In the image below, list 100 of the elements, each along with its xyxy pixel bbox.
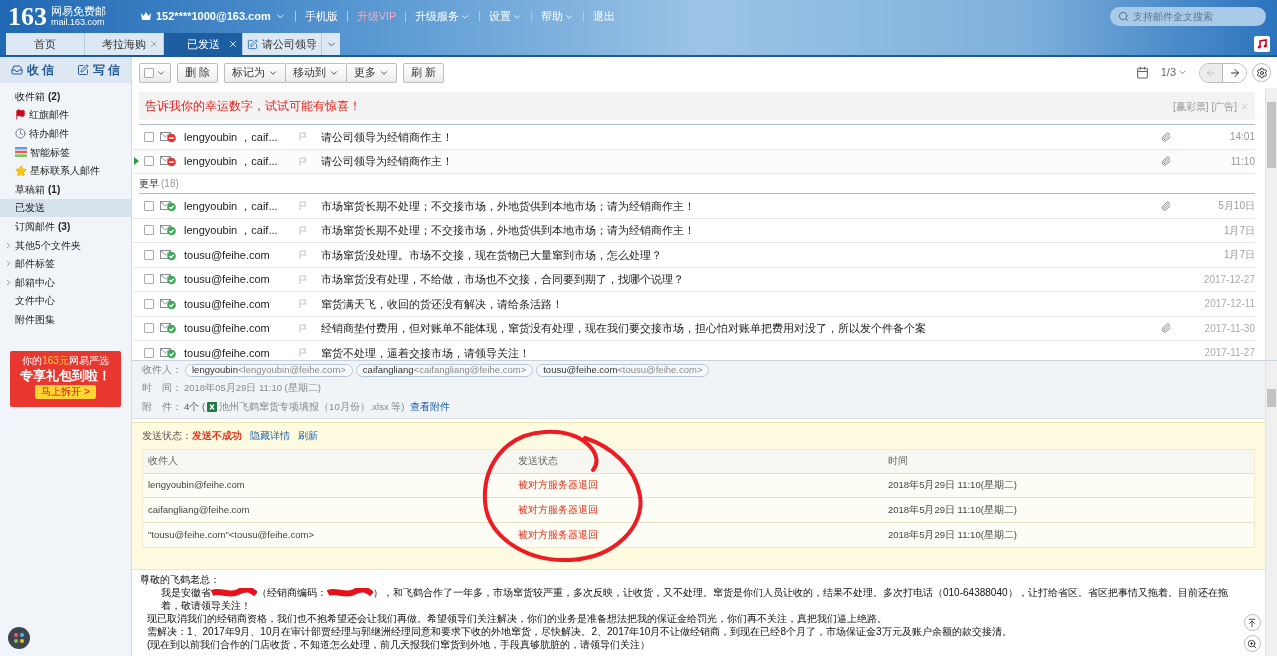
folder-item[interactable]: 星标联系人邮件 xyxy=(0,161,131,180)
time: 2017-12-27 xyxy=(1202,272,1255,287)
folder-item[interactable]: 订阅邮件 (3) xyxy=(0,217,131,236)
flag-outline-icon[interactable] xyxy=(299,323,308,333)
sender: tousu@feihe.com xyxy=(184,272,271,287)
folder-item[interactable]: 收件箱 (2) xyxy=(0,87,131,106)
tab[interactable]: 考拉海购 xyxy=(85,33,164,55)
tab[interactable]: 首页 xyxy=(6,33,85,55)
search-input[interactable]: 支持邮件全文搜索 xyxy=(1133,9,1258,24)
toolbar-button[interactable]: 刷 新 xyxy=(403,62,445,83)
compose-button[interactable]: 写 信 xyxy=(65,61,131,79)
time: 1月7日 xyxy=(1222,223,1255,238)
page-selector[interactable]: 1/3 xyxy=(1160,64,1187,81)
current-marker-icon xyxy=(134,157,139,166)
promo-headline: 专享礼包到啦！ xyxy=(20,367,111,384)
toolbar-button[interactable]: 删 除 xyxy=(177,62,219,83)
search-field[interactable]: 支持邮件全文搜索 xyxy=(1110,7,1266,26)
column-header: 收件人 xyxy=(148,454,179,469)
calendar-icon[interactable] xyxy=(1135,66,1149,79)
folder-item[interactable]: 红旗邮件 xyxy=(0,105,131,125)
tab[interactable]: 请公司领导 xyxy=(243,33,322,55)
flag-outline-icon[interactable] xyxy=(299,348,308,358)
receive-button[interactable]: 收 信 xyxy=(0,61,66,79)
flag-outline-icon[interactable] xyxy=(299,132,308,142)
checkbox[interactable] xyxy=(144,347,154,358)
view-attachments-link[interactable]: 查看附件 xyxy=(410,399,451,414)
tab[interactable]: 已发送 xyxy=(164,33,243,55)
sender: lengyoubin ，caif... xyxy=(184,154,279,169)
attachment-label: 附 件： xyxy=(142,399,182,414)
folder-item[interactable]: 附件图集 xyxy=(0,310,131,329)
folder-item[interactable]: 草稿箱 (1) xyxy=(0,179,131,199)
select-all-checkbox[interactable] xyxy=(139,62,171,83)
subject: 窜货不处理，逼着交接市场，请领导关注！ xyxy=(321,345,531,360)
arrow-up-icon xyxy=(1247,617,1257,628)
close-icon[interactable] xyxy=(307,39,317,49)
recipient-chip[interactable]: tousu@feihe.com<tousu@feihe.com> xyxy=(536,363,710,377)
account-menu[interactable]: 152****1000@163.com xyxy=(156,8,286,25)
promo-banner[interactable]: 你的163元网易严选 专享礼包到啦！ 马上拆开 > xyxy=(10,350,121,407)
time-label: 时 间： xyxy=(142,381,182,396)
table-cell-text: lengyoubin@feihe.com xyxy=(148,478,246,493)
flag-outline-icon[interactable] xyxy=(299,225,308,235)
toolbar-button[interactable]: 更多 xyxy=(346,62,398,83)
folder-item[interactable]: 已发送 xyxy=(0,198,131,218)
status-link[interactable]: 隐藏详情 xyxy=(250,428,290,443)
clock-icon xyxy=(15,128,26,139)
flag-outline-icon[interactable] xyxy=(299,201,308,211)
star-icon xyxy=(15,164,27,177)
close-icon[interactable] xyxy=(228,39,238,49)
checkbox[interactable] xyxy=(144,156,154,167)
folder-item[interactable]: 邮件标签 xyxy=(0,254,131,273)
logo-domain: mail.163.com xyxy=(51,18,106,27)
app-grid-icon[interactable] xyxy=(8,627,30,649)
subject: 窜货满天飞，收回的货还没有解决，请给条活路！ xyxy=(321,296,564,312)
ad-banner[interactable]: 告诉我你的幸运数字，试试可能有惊喜！ [赢彩票] [广告] xyxy=(139,92,1255,120)
sender: lengyoubin ，caif... xyxy=(184,198,279,214)
zoom-button[interactable] xyxy=(1243,635,1261,652)
sender: lengyoubin ，caif... xyxy=(184,129,279,145)
group-header[interactable]: 更早 xyxy=(139,176,159,191)
attachment-icon xyxy=(1161,323,1171,334)
table-cell-text: caifangliang@feihe.com xyxy=(148,502,251,517)
status-link[interactable]: 刷新 xyxy=(298,428,318,443)
search-icon xyxy=(1118,11,1129,22)
tabs-dropdown-button[interactable] xyxy=(322,33,340,55)
checkbox[interactable] xyxy=(144,249,154,260)
sender: tousu@feihe.com xyxy=(184,296,271,312)
checkbox[interactable] xyxy=(144,225,154,236)
checkbox[interactable] xyxy=(144,274,154,285)
caret-icon xyxy=(1178,68,1187,77)
flag-outline-icon[interactable] xyxy=(299,299,308,309)
flag-outline-icon[interactable] xyxy=(299,156,308,166)
group-count: (18) xyxy=(161,177,179,191)
recipient-chip[interactable]: lengyoubin<lengyoubin@feihe.com> xyxy=(185,363,353,377)
folder-item[interactable]: 待办邮件 xyxy=(0,124,131,143)
table-cell-text: 2018年5月29日 11:10(星期二) xyxy=(888,502,1019,517)
crown-icon xyxy=(140,11,152,22)
folder-item[interactable]: 其他5个文件夹 xyxy=(0,235,131,255)
flag-outline-icon[interactable] xyxy=(299,250,308,260)
checkbox[interactable] xyxy=(144,323,154,334)
folder-item[interactable]: 智能标签 xyxy=(0,142,131,162)
folder-item[interactable]: 邮箱中心 xyxy=(0,272,131,292)
scrollbar[interactable] xyxy=(1265,88,1277,360)
time: 2017-11-27 xyxy=(1203,346,1255,360)
attachment-count: 4个 ( xyxy=(184,399,206,414)
music-button[interactable] xyxy=(1254,36,1270,52)
toolbar-button[interactable]: 移动到 xyxy=(285,62,348,83)
flag-outline-icon[interactable] xyxy=(299,274,308,284)
toolbar-button[interactable]: 标记为 xyxy=(224,62,287,83)
redaction-scribble xyxy=(327,588,373,599)
scroll-top-button[interactable] xyxy=(1243,614,1261,631)
promo-button[interactable]: 马上拆开 > xyxy=(35,384,96,399)
folder-item[interactable]: 文件中心 xyxy=(0,291,131,311)
checkbox[interactable] xyxy=(144,200,154,211)
checkbox[interactable] xyxy=(144,298,154,309)
flag-icon xyxy=(15,109,26,121)
logo-name: 网易免费邮 xyxy=(51,6,106,17)
message-row[interactable]: lengyoubin ，caif... 请公司领导为经销商作主！ 11:10 xyxy=(133,149,1255,174)
scrollbar[interactable] xyxy=(1265,361,1277,656)
recipient-chip[interactable]: caifangliang<caifangliang@feihe.com> xyxy=(355,363,534,377)
checkbox[interactable] xyxy=(144,131,154,142)
inbox-icon xyxy=(11,64,24,76)
